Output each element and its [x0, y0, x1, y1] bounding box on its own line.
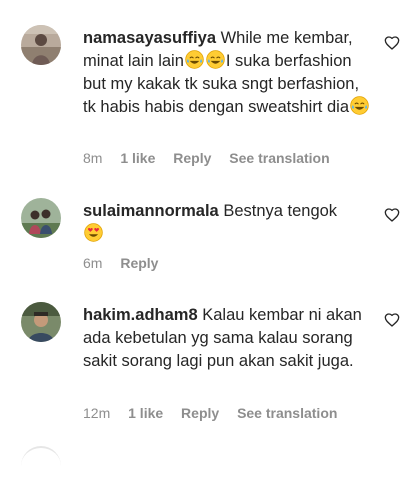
- comment-list: namasayasuffiya While me kembar, minat l…: [0, 0, 418, 453]
- reply-button[interactable]: Reply: [120, 255, 158, 271]
- comment-time: 6m: [83, 255, 103, 271]
- see-translation-button[interactable]: See translation: [229, 150, 329, 166]
- smiling-face-with-heart-eyes-icon: [84, 223, 103, 242]
- reply-button[interactable]: Reply: [173, 150, 211, 166]
- comment-username[interactable]: hakim.adham8: [83, 306, 198, 324]
- comment-body: Bestnya tengok: [223, 202, 338, 220]
- comment-meta: 12m 1 like Reply See translation: [83, 404, 351, 422]
- face-with-tears-of-joy-icon: [185, 50, 204, 69]
- reply-button[interactable]: Reply: [181, 405, 219, 421]
- comment-username[interactable]: namasayasuffiya: [83, 29, 216, 47]
- likes-count[interactable]: 1 like: [120, 150, 155, 166]
- comment-text: sulaimannormala Bestnya tengok: [83, 200, 373, 246]
- comment-item: hakim.adham8 Kalau kembar ni akan ada ke…: [0, 285, 418, 445]
- comment-item: namasayasuffiya While me kembar, minat l…: [0, 0, 418, 180]
- avatar-image: [21, 25, 61, 65]
- avatar-image: [21, 198, 61, 238]
- avatar-image: [21, 302, 61, 342]
- comment-item: sulaimannormala Bestnya tengok 6m Reply: [0, 180, 418, 285]
- comment-meta: 8m 1 like Reply See translation: [83, 149, 344, 167]
- avatar[interactable]: [21, 302, 61, 342]
- comment-username[interactable]: sulaimannormala: [83, 202, 219, 220]
- comment-text: hakim.adham8 Kalau kembar ni akan ada ke…: [83, 304, 373, 373]
- face-with-tears-of-joy-icon: [206, 50, 225, 69]
- face-with-tears-of-joy-icon: [350, 96, 369, 115]
- comment-meta: 6m Reply: [83, 254, 172, 272]
- see-translation-button[interactable]: See translation: [237, 405, 337, 421]
- avatar[interactable]: [21, 198, 61, 238]
- heart-outline-icon[interactable]: [384, 312, 400, 328]
- likes-count[interactable]: 1 like: [128, 405, 163, 421]
- heart-outline-icon[interactable]: [384, 207, 400, 223]
- avatar[interactable]: [21, 25, 61, 65]
- comment-time: 12m: [83, 405, 111, 421]
- comment-text: namasayasuffiya While me kembar, minat l…: [83, 27, 373, 119]
- heart-outline-icon[interactable]: [384, 35, 400, 51]
- comment-time: 8m: [83, 150, 103, 166]
- avatar[interactable]: [21, 446, 61, 486]
